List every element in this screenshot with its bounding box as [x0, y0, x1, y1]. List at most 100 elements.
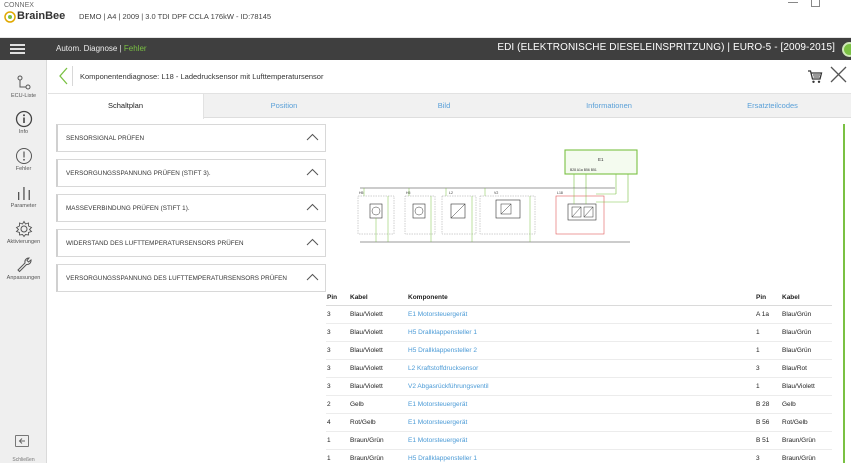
- sidebar-item-ecu-list[interactable]: ECU-Liste: [0, 74, 47, 99]
- chevron-up-icon[interactable]: [306, 203, 319, 211]
- header-komponente: Komponente: [408, 294, 448, 301]
- cell-kabel-2: Rot/Gelb: [782, 419, 808, 426]
- cell-kabel-2: Blau/Grün: [782, 329, 812, 336]
- cell-pin-2: 1: [756, 347, 760, 354]
- breadcrumb-active: Fehler: [123, 44, 147, 53]
- hamburger-menu-icon[interactable]: [10, 44, 25, 54]
- cell-kabel: Blau/Violett: [350, 365, 383, 372]
- exit-arrow-icon: [18, 438, 25, 444]
- sidebar-item-activations[interactable]: Aktivierungen: [0, 220, 47, 245]
- cell-pin: 3: [327, 383, 331, 390]
- tab-position[interactable]: Position: [204, 94, 364, 118]
- brand-subtitle: CONNEX: [4, 2, 34, 9]
- page-title: Komponentendiagnose: L18 - Ladedrucksens…: [80, 72, 324, 81]
- cell-komponente-link[interactable]: E1 Motorsteuergerät: [408, 419, 467, 426]
- diagnostic-checks-list: SENSORSIGNAL PRÜFEN VERSORGUNGSSPANNUNG …: [56, 124, 326, 299]
- header-kabel-2: Kabel: [782, 294, 800, 301]
- cell-pin: 3: [327, 365, 331, 372]
- header-kabel: Kabel: [350, 294, 368, 301]
- shopping-cart-icon[interactable]: [807, 69, 823, 84]
- scroll-indicator[interactable]: [843, 124, 845, 463]
- cell-komponente-link[interactable]: E1 Motorsteuergerät: [408, 401, 467, 408]
- check-item[interactable]: VERSORGUNGSSPANNUNG DES LUFTTEMPERATURSE…: [56, 264, 326, 292]
- cell-pin: 3: [327, 347, 331, 354]
- check-item[interactable]: VERSORGUNGSSPANNUNG PRÜFEN (STIFT 3).: [56, 159, 326, 187]
- check-item[interactable]: SENSORSIGNAL PRÜFEN: [56, 124, 326, 152]
- table-header-row: Pin Kabel Komponente Pin Kabel: [326, 291, 832, 306]
- chevron-up-icon[interactable]: [306, 238, 319, 246]
- wiring-table: Pin Kabel Komponente Pin Kabel 3 Blau/Vi…: [326, 291, 832, 463]
- cell-komponente-link[interactable]: V2 Abgasrückführungsventil: [408, 383, 489, 390]
- wrench-icon: [16, 257, 32, 273]
- cell-komponente-link[interactable]: H5 Drallklappensteller 1: [408, 455, 477, 462]
- sidebar-label-adaptations: Anpassungen: [6, 275, 41, 281]
- header-pin-2: Pin: [756, 294, 767, 301]
- cell-pin: 3: [327, 311, 331, 318]
- cell-kabel: Braun/Grün: [350, 455, 384, 462]
- chevron-up-icon[interactable]: [306, 133, 319, 141]
- sidebar-item-fault[interactable]: Fehler: [0, 147, 47, 172]
- cell-pin-2: B 28: [756, 401, 770, 408]
- cell-kabel-2: Blau/Grün: [782, 311, 812, 318]
- tab-bild[interactable]: Bild: [364, 94, 524, 118]
- cell-pin-2: B 51: [756, 437, 770, 444]
- chevron-up-icon[interactable]: [306, 273, 319, 281]
- table-row: 2 Gelb E1 Motorsteuergerät B 28 Gelb: [326, 396, 832, 414]
- cell-pin-2: 1: [756, 383, 760, 390]
- component-h5-2[interactable]: H5: [404, 188, 436, 242]
- check-label: WIDERSTAND DES LUFTTEMPERATURSENSORS PRÜ…: [66, 240, 244, 247]
- back-chevron-icon[interactable]: [58, 65, 70, 87]
- check-label: VERSORGUNGSSPANNUNG PRÜFEN (STIFT 3).: [66, 170, 211, 177]
- maximize-button[interactable]: [811, 0, 820, 7]
- cell-komponente-link[interactable]: E1 Motorsteuergerät: [408, 437, 467, 444]
- table-row: 1 Braun/Grün E1 Motorsteuergerät B 51 Br…: [326, 432, 832, 450]
- table-row: 3 Blau/Violett L2 Kraftstoffdrucksensor …: [326, 360, 832, 378]
- page-title-row: Komponentendiagnose: L18 - Ladedrucksens…: [48, 60, 851, 94]
- cell-pin-2: 1: [756, 329, 760, 336]
- sidebar-label-exit: Schließen: [12, 457, 35, 463]
- component-h5-1[interactable]: H5: [357, 188, 395, 242]
- cell-pin: 4: [327, 419, 331, 426]
- wiring-diagram[interactable]: E1 B28 A1a B56 B51 H5 H5 L2 V2 L18: [330, 124, 830, 284]
- tab-schaltplan[interactable]: Schaltplan: [48, 94, 204, 119]
- minimize-button[interactable]: [788, 2, 798, 3]
- cell-kabel: Gelb: [350, 401, 364, 408]
- sidebar-item-parameter[interactable]: Parameter: [0, 184, 47, 209]
- tab-ersatzteilcodes[interactable]: Ersatzteilcodes: [694, 94, 851, 118]
- header-pin: Pin: [327, 294, 338, 301]
- cell-pin-2: A 1a: [756, 311, 770, 318]
- check-label: VERSORGUNGSSPANNUNG DES LUFTTEMPERATURSE…: [66, 275, 288, 282]
- breadcrumb-base[interactable]: Autom. Diagnose: [56, 44, 117, 53]
- component-label: L18: [557, 191, 563, 195]
- chevron-up-icon[interactable]: [306, 168, 319, 176]
- cell-kabel: Blau/Violett: [350, 347, 383, 354]
- cell-komponente-link[interactable]: H5 Drallklappensteller 2: [408, 347, 477, 354]
- cell-kabel: Blau/Violett: [350, 311, 383, 318]
- table-row: 1 Braun/Grün H5 Drallklappensteller 1 3 …: [326, 450, 832, 463]
- component-l2[interactable]: L2: [441, 188, 477, 242]
- tab-informationen[interactable]: Informationen: [524, 94, 694, 118]
- sidebar-item-adaptations[interactable]: Anpassungen: [0, 256, 47, 281]
- cell-pin: 2: [327, 401, 331, 408]
- component-label: H5: [359, 191, 364, 195]
- parameter-icon: [17, 187, 30, 200]
- component-label: H5: [406, 191, 411, 195]
- check-item[interactable]: MASSEVERBINDUNG PRÜFEN (STIFT 1).: [56, 194, 326, 222]
- component-v2[interactable]: V2: [479, 188, 536, 242]
- cell-komponente-link[interactable]: L2 Kraftstoffdrucksensor: [408, 365, 478, 372]
- cell-komponente-link[interactable]: H5 Drallklappensteller 1: [408, 329, 477, 336]
- breadcrumb: Autom. Diagnose | Fehler: [56, 44, 147, 53]
- sidebar-label-fault: Fehler: [15, 166, 32, 172]
- sidebar-label-info: Info: [18, 129, 29, 135]
- sidebar-item-info[interactable]: Info: [0, 110, 47, 135]
- cell-kabel-2: Braun/Grün: [782, 455, 816, 462]
- cell-pin-2: 3: [756, 365, 760, 372]
- close-icon[interactable]: [830, 66, 847, 83]
- table-row: 3 Blau/Violett H5 Drallklappensteller 1 …: [326, 324, 832, 342]
- component-l18[interactable]: L18: [555, 188, 628, 235]
- cell-kabel-2: Braun/Grün: [782, 437, 816, 444]
- check-item[interactable]: WIDERSTAND DES LUFTTEMPERATURSENSORS PRÜ…: [56, 229, 326, 257]
- cell-kabel: Rot/Gelb: [350, 419, 376, 426]
- exit-icon[interactable]: [15, 435, 29, 447]
- cell-komponente-link[interactable]: E1 Motorsteuergerät: [408, 311, 467, 318]
